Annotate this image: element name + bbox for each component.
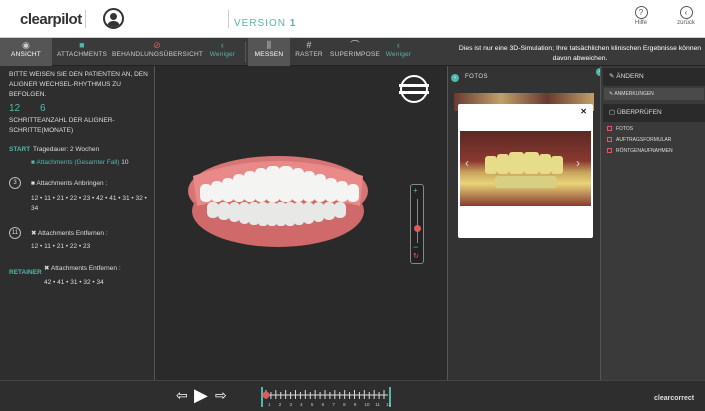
tab-behandlungsuebersicht[interactable]: ⊘ BEHANDLUNGSÜBERSICHT xyxy=(112,38,203,66)
pencil-icon: ✎ xyxy=(609,91,614,97)
back-button[interactable]: ‹ zurück xyxy=(671,6,701,26)
attach-add-teeth: 12 • 11 • 21 • 22 • 23 • 42 • 41 • 31 • … xyxy=(31,195,147,212)
collapse-right-button[interactable]: ‹ Weniger xyxy=(381,38,416,66)
next-photo-icon[interactable]: › xyxy=(576,156,580,170)
divider xyxy=(245,42,246,62)
square-icon: ■ xyxy=(31,159,35,166)
zoom-slider[interactable]: + − ↻ xyxy=(410,184,424,264)
timeline-tick-label: 1 xyxy=(268,402,271,407)
tab-ansicht[interactable]: ◉ ANSICHT xyxy=(0,38,52,66)
clearcorrect-logo: clearcorrect xyxy=(654,395,695,402)
timeline-tick-label: 2 xyxy=(278,402,282,407)
tab-superimpose[interactable]: ⌒ SUPERIMPOSE xyxy=(330,38,380,66)
start-label: START xyxy=(9,146,31,153)
simulation-disclaimer: Dies ist nur eine 3D-Simulation; Ihre ta… xyxy=(458,45,702,62)
check-roentgenaufnahmen[interactable]: RÖNTGENAUFNAHMEN xyxy=(607,147,673,156)
timeline-tick-label: 4 xyxy=(300,402,303,407)
prev-photo-icon[interactable]: ‹ xyxy=(465,156,469,170)
stage-badge: 11 xyxy=(9,227,21,239)
timeline-tick-label: 6 xyxy=(321,402,325,407)
reset-icon[interactable]: ↻ xyxy=(413,253,421,261)
check-auftragsformular[interactable]: AUFTRAGSFORMULAR xyxy=(607,136,671,145)
tooth-icon: ⊘ xyxy=(153,40,161,50)
months-count: 6 xyxy=(40,103,46,114)
checkbox-icon xyxy=(607,148,612,154)
notes-button[interactable]: ✎ ANMERKUNGEN xyxy=(604,88,704,100)
square-icon: ■ xyxy=(31,180,35,187)
3d-viewport[interactable] xyxy=(155,66,447,380)
attach-add-label: ■ Attachments Anbringen : xyxy=(31,180,108,187)
step-forward-icon[interactable]: ⇨ xyxy=(215,387,227,404)
zoom-in-icon[interactable]: + xyxy=(413,187,421,195)
timeline-tick-label: 5 xyxy=(310,402,314,407)
retainer-remove-label: ✖ Attachments Entfernen : xyxy=(44,265,121,272)
steps-count: 12 xyxy=(9,103,21,114)
measure-icon: ⫼ xyxy=(266,40,272,50)
zoom-handle[interactable] xyxy=(414,225,421,232)
cross-icon: ✖ xyxy=(44,265,50,272)
timeline-tick-label: 8 xyxy=(343,402,346,407)
back-arrow-icon: ‹ xyxy=(679,6,693,19)
question-icon: ? xyxy=(634,6,648,19)
stage-badge: 3 xyxy=(9,177,21,189)
tab-messen[interactable]: ⫼ MESSEN xyxy=(248,38,290,66)
chevron-left-icon: ‹ xyxy=(220,40,225,50)
close-icon[interactable]: ✕ xyxy=(580,107,587,116)
divider xyxy=(85,10,86,28)
review-icon: ▢ xyxy=(609,109,616,116)
superimpose-icon: ⌒ xyxy=(350,40,360,50)
top-bar: clearpilot VERSION 1 ? Hilfe ‹ zurück xyxy=(0,0,705,38)
retainer-label: RETAINER xyxy=(9,269,42,276)
divider xyxy=(228,10,229,28)
checkbox-icon xyxy=(607,126,612,132)
timeline-bar: ⇦ ▶ ⇨ 1 2 3 4 5 6 7 8 9 10 11 12 clearcorrect xyxy=(0,380,705,411)
timeline-tick-label: 10 xyxy=(364,402,370,407)
attachments-total: ■ Attachments (Gesamter Fall) 10 xyxy=(31,159,129,166)
treatment-summary-panel: BITTE WEISEN SIE DEN PATIENTEN AN, DEN A… xyxy=(0,66,155,380)
cross-icon: ✖ xyxy=(31,230,37,237)
user-avatar-icon[interactable] xyxy=(103,8,124,29)
dental-model[interactable] xyxy=(155,66,447,380)
timeline-tick-label: 12 xyxy=(386,402,392,407)
pencil-icon: ✎ xyxy=(609,73,615,80)
version-indicator: VERSION 1 xyxy=(234,18,297,29)
timeline-tick-label: 7 xyxy=(332,402,335,407)
square-icon: ■ xyxy=(79,40,85,50)
zoom-out-icon[interactable]: − xyxy=(413,243,421,252)
jaw-toggle-icon[interactable] xyxy=(397,74,431,104)
play-icon[interactable]: ▶ xyxy=(194,385,208,406)
attach-remove-label: ✖ Attachments Entfernen : xyxy=(31,230,108,237)
expand-icon[interactable]: › xyxy=(451,74,459,82)
intraoral-photo xyxy=(460,131,591,206)
step-back-icon[interactable]: ⇦ xyxy=(176,387,188,404)
check-fotos[interactable]: FOTOS xyxy=(607,125,633,134)
retainer-remove-teeth: 42 • 41 • 31 • 32 • 34 xyxy=(44,279,104,286)
review-button[interactable]: ▢ ÜBERPRÜFEN xyxy=(603,104,705,122)
grid-icon: # xyxy=(306,40,312,50)
steps-label: SCHRITTEANZAHL DER ALIGNER-SCHRITTE(MONA… xyxy=(9,117,115,134)
tab-attachments[interactable]: ■ ATTACHMENTS xyxy=(54,38,110,66)
tab-raster[interactable]: # RASTER xyxy=(292,38,326,66)
eye-icon: ◉ xyxy=(21,40,31,50)
timeline-tick-label: 11 xyxy=(375,402,380,407)
attach-remove-teeth: 12 • 11 • 21 • 22 • 23 xyxy=(31,243,91,250)
help-button[interactable]: ? Hilfe xyxy=(626,6,656,26)
wear-time: Tragedauer: 2 Wochen xyxy=(33,146,100,153)
collapse-left-button[interactable]: ‹ Weniger xyxy=(205,38,240,66)
photo-viewer-modal: ✕ ‹ › xyxy=(458,104,593,238)
instruction-text: BITTE WEISEN SIE DEN PATIENTEN AN, DEN A… xyxy=(9,71,148,98)
actions-panel: ✎ ÄNDERN ✎ ANMERKUNGEN ▢ ÜBERPRÜFEN FOTO… xyxy=(600,66,705,380)
checkbox-icon xyxy=(607,137,612,143)
clearpilot-logo: clearpilot xyxy=(20,11,82,28)
photos-title: FOTOS xyxy=(465,74,489,80)
timeline-tick-label: 3 xyxy=(289,402,292,407)
change-button[interactable]: ✎ ÄNDERN xyxy=(603,68,705,86)
timeline-tick-label: 9 xyxy=(353,402,357,407)
chevron-left-icon: ‹ xyxy=(396,40,401,50)
